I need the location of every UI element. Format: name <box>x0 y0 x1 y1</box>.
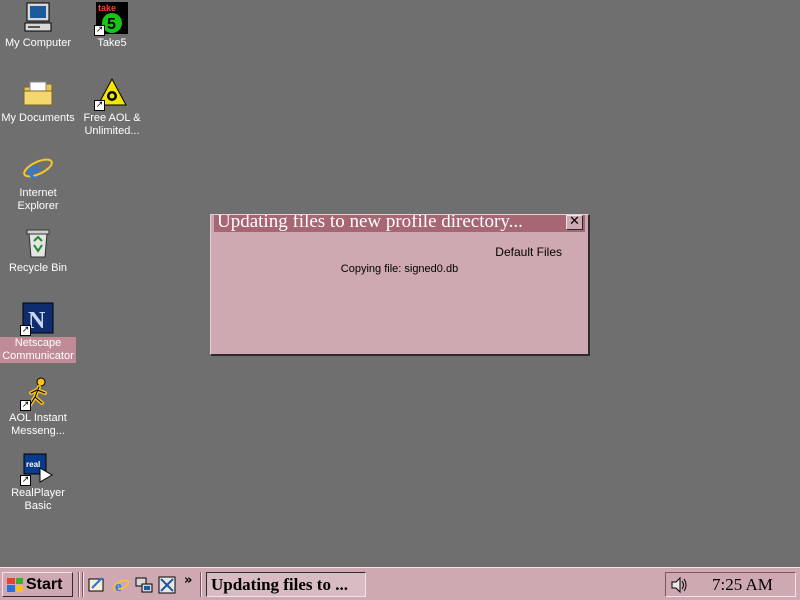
start-button[interactable]: Start <box>2 572 73 597</box>
desktop-icon-label: Recycle Bin <box>8 262 68 274</box>
svg-text:e: e <box>28 155 40 184</box>
desktop-icon-label: Internet Explorer <box>17 187 59 212</box>
desktop-icon-label: Free AOL & Unlimited... <box>83 112 141 137</box>
taskbar-window-button[interactable]: Updating files to ... <box>206 572 366 597</box>
desktop-icon-take5[interactable]: take 5 ↗ Take5 <box>74 2 150 50</box>
internet-explorer-icon[interactable]: e <box>112 576 130 595</box>
recycle-bin-icon <box>22 227 54 259</box>
close-button[interactable]: ✕ <box>566 215 583 230</box>
internet-explorer-icon: e <box>22 152 54 184</box>
aol-triangle-icon: ↗ <box>94 77 128 111</box>
computer-icon <box>22 2 54 34</box>
desktop-icon-netscape[interactable]: N ↗ Netscape Communicator <box>0 302 76 363</box>
shortcut-arrow-icon: ↗ <box>94 25 105 36</box>
realplayer-icon: real ↗ <box>20 452 54 486</box>
desktop-icon-internet-explorer[interactable]: e Internet Explorer <box>0 152 76 213</box>
status-text: Copying file: signed0.db <box>340 263 459 275</box>
netscape-icon: N ↗ <box>20 302 54 336</box>
close-icon: ✕ <box>569 215 580 229</box>
aim-running-man-icon: ↗ <box>20 377 54 411</box>
section-label: Default Files <box>495 245 562 259</box>
system-tray: 7:25 AM <box>665 572 796 597</box>
desktop-icon-free-aol[interactable]: ↗ Free AOL & Unlimited... <box>74 77 150 138</box>
svg-text:real: real <box>26 460 40 469</box>
svg-text:take: take <box>98 3 116 13</box>
show-desktop-icon[interactable] <box>88 576 106 594</box>
taskbar-separator <box>200 572 202 597</box>
taskbar-separator <box>82 572 84 597</box>
shortcut-arrow-icon: ↗ <box>20 475 31 486</box>
progress-dialog: Updating files to new profile directory.… <box>210 214 590 356</box>
windows-logo-icon <box>7 577 23 592</box>
desktop-icon-aim[interactable]: ↗ AOL Instant Messeng... <box>0 377 76 438</box>
desktop-icon-label: RealPlayer Basic <box>11 487 65 512</box>
shortcut-arrow-icon: ↗ <box>20 325 31 336</box>
shortcut-arrow-icon: ↗ <box>94 100 105 111</box>
start-label: Start <box>26 575 63 593</box>
dialog-title: Updating files to new profile directory.… <box>217 215 523 232</box>
desktop-icon-label: My Documents <box>1 112 75 124</box>
desktop-icon-my-documents[interactable]: My Documents <box>0 77 76 125</box>
network-icon[interactable] <box>135 576 153 594</box>
svg-text:e: e <box>115 579 122 594</box>
desktop-icon-realplayer[interactable]: real ↗ RealPlayer Basic <box>0 452 76 513</box>
desktop-icon-label: Take5 <box>97 37 127 49</box>
desktop-icon-label: My Computer <box>4 37 72 49</box>
desktop-icon-my-computer[interactable]: My Computer <box>0 2 76 50</box>
taskbar: Start e » Updating files to ... 7:25 AM <box>0 567 800 600</box>
clock[interactable]: 7:25 AM <box>712 575 773 595</box>
take5-icon: take 5 ↗ <box>94 2 128 36</box>
app-launcher-icon[interactable] <box>158 576 176 594</box>
dialog-title-bar[interactable]: Updating files to new profile directory.… <box>214 215 585 232</box>
volume-icon[interactable] <box>670 576 688 594</box>
shortcut-arrow-icon: ↗ <box>20 400 31 411</box>
taskbar-separator <box>78 572 80 597</box>
desktop-icon-label: AOL Instant Messeng... <box>9 412 67 437</box>
quick-launch-more-button[interactable]: » <box>184 573 192 588</box>
svg-text:5: 5 <box>107 16 116 33</box>
desktop-icon-label: Netscape Communicator <box>0 337 76 363</box>
desktop-icon-recycle-bin[interactable]: Recycle Bin <box>0 227 76 275</box>
folder-icon <box>22 77 54 109</box>
